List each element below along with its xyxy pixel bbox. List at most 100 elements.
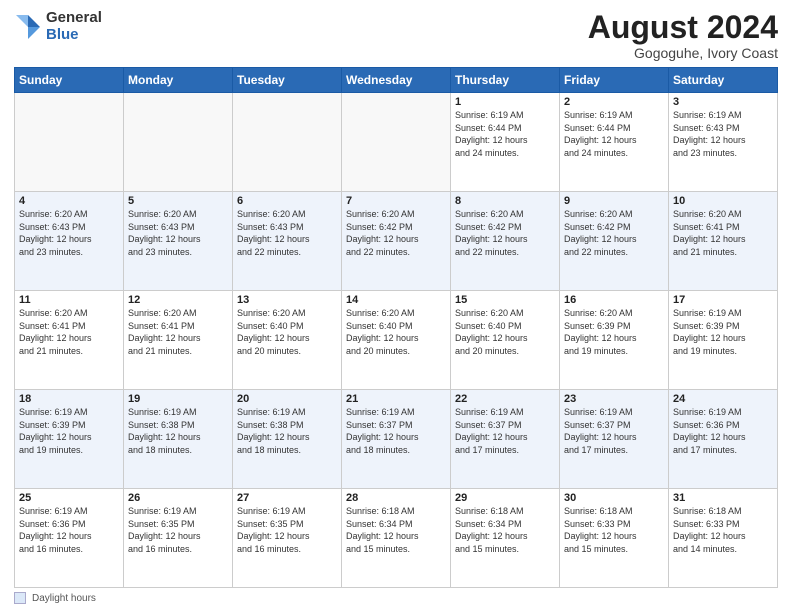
footer-box-icon xyxy=(14,592,26,604)
day-number: 28 xyxy=(346,492,446,504)
day-number: 11 xyxy=(19,294,119,306)
day-info: Sunrise: 6:19 AM Sunset: 6:37 PM Dayligh… xyxy=(564,406,664,456)
col-wednesday: Wednesday xyxy=(342,68,451,93)
table-cell: 6Sunrise: 6:20 AM Sunset: 6:43 PM Daylig… xyxy=(233,192,342,291)
day-number: 26 xyxy=(128,492,228,504)
day-number: 1 xyxy=(455,96,555,108)
table-cell: 29Sunrise: 6:18 AM Sunset: 6:34 PM Dayli… xyxy=(451,489,560,588)
day-info: Sunrise: 6:19 AM Sunset: 6:35 PM Dayligh… xyxy=(128,505,228,555)
day-number: 29 xyxy=(455,492,555,504)
table-cell xyxy=(342,93,451,192)
day-number: 3 xyxy=(673,96,773,108)
day-number: 25 xyxy=(19,492,119,504)
table-cell: 25Sunrise: 6:19 AM Sunset: 6:36 PM Dayli… xyxy=(15,489,124,588)
day-number: 10 xyxy=(673,195,773,207)
day-number: 2 xyxy=(564,96,664,108)
day-info: Sunrise: 6:19 AM Sunset: 6:35 PM Dayligh… xyxy=(237,505,337,555)
calendar-header-row: Sunday Monday Tuesday Wednesday Thursday… xyxy=(15,68,778,93)
day-info: Sunrise: 6:20 AM Sunset: 6:41 PM Dayligh… xyxy=(128,307,228,357)
table-cell: 3Sunrise: 6:19 AM Sunset: 6:43 PM Daylig… xyxy=(669,93,778,192)
day-number: 22 xyxy=(455,393,555,405)
day-info: Sunrise: 6:19 AM Sunset: 6:37 PM Dayligh… xyxy=(346,406,446,456)
day-info: Sunrise: 6:18 AM Sunset: 6:33 PM Dayligh… xyxy=(564,505,664,555)
footer: Daylight hours xyxy=(14,592,778,604)
day-info: Sunrise: 6:19 AM Sunset: 6:44 PM Dayligh… xyxy=(564,109,664,159)
day-info: Sunrise: 6:20 AM Sunset: 6:43 PM Dayligh… xyxy=(237,208,337,258)
subtitle: Gogoguhe, Ivory Coast xyxy=(588,45,778,61)
day-info: Sunrise: 6:19 AM Sunset: 6:44 PM Dayligh… xyxy=(455,109,555,159)
day-info: Sunrise: 6:19 AM Sunset: 6:39 PM Dayligh… xyxy=(673,307,773,357)
day-number: 23 xyxy=(564,393,664,405)
table-cell: 28Sunrise: 6:18 AM Sunset: 6:34 PM Dayli… xyxy=(342,489,451,588)
day-info: Sunrise: 6:20 AM Sunset: 6:39 PM Dayligh… xyxy=(564,307,664,357)
day-number: 7 xyxy=(346,195,446,207)
table-cell: 26Sunrise: 6:19 AM Sunset: 6:35 PM Dayli… xyxy=(124,489,233,588)
day-info: Sunrise: 6:19 AM Sunset: 6:39 PM Dayligh… xyxy=(19,406,119,456)
table-cell: 23Sunrise: 6:19 AM Sunset: 6:37 PM Dayli… xyxy=(560,390,669,489)
day-number: 16 xyxy=(564,294,664,306)
day-number: 9 xyxy=(564,195,664,207)
col-monday: Monday xyxy=(124,68,233,93)
day-number: 8 xyxy=(455,195,555,207)
week-row-4: 18Sunrise: 6:19 AM Sunset: 6:39 PM Dayli… xyxy=(15,390,778,489)
table-cell: 24Sunrise: 6:19 AM Sunset: 6:36 PM Dayli… xyxy=(669,390,778,489)
day-info: Sunrise: 6:18 AM Sunset: 6:34 PM Dayligh… xyxy=(455,505,555,555)
week-row-3: 11 Sunrise: 6:20 AM Sunset: 6:41 PM Dayli… xyxy=(15,291,778,390)
day-number: 19 xyxy=(128,393,228,405)
day-info: Sunrise: 6:20 AM Sunset: 6:42 PM Dayligh… xyxy=(346,208,446,258)
table-cell: 15Sunrise: 6:20 AM Sunset: 6:40 PM Dayli… xyxy=(451,291,560,390)
day-info: Sunrise: 6:20 AM Sunset: 6:40 PM Dayligh… xyxy=(346,307,446,357)
week-row-2: 4Sunrise: 6:20 AM Sunset: 6:43 PM Daylig… xyxy=(15,192,778,291)
day-info: Sunrise: 6:20 AM Sunset: 6:42 PM Dayligh… xyxy=(455,208,555,258)
day-number: 15 xyxy=(455,294,555,306)
day-number: 5 xyxy=(128,195,228,207)
table-cell: 16Sunrise: 6:20 AM Sunset: 6:39 PM Dayli… xyxy=(560,291,669,390)
day-number: 13 xyxy=(237,294,337,306)
footer-label: Daylight hours xyxy=(32,593,96,604)
day-info: Sunrise: 6:19 AM Sunset: 6:36 PM Dayligh… xyxy=(673,406,773,456)
table-cell: 9Sunrise: 6:20 AM Sunset: 6:42 PM Daylig… xyxy=(560,192,669,291)
week-row-5: 25Sunrise: 6:19 AM Sunset: 6:36 PM Dayli… xyxy=(15,489,778,588)
table-cell: 20Sunrise: 6:19 AM Sunset: 6:38 PM Dayli… xyxy=(233,390,342,489)
col-saturday: Saturday xyxy=(669,68,778,93)
calendar-table: Sunday Monday Tuesday Wednesday Thursday… xyxy=(14,67,778,588)
table-cell: 1Sunrise: 6:19 AM Sunset: 6:44 PM Daylig… xyxy=(451,93,560,192)
day-info: Sunrise: 6:18 AM Sunset: 6:34 PM Dayligh… xyxy=(346,505,446,555)
day-info: Sunrise: 6:20 AM Sunset: 6:43 PM Dayligh… xyxy=(19,208,119,258)
table-cell: 27Sunrise: 6:19 AM Sunset: 6:35 PM Dayli… xyxy=(233,489,342,588)
day-number: 6 xyxy=(237,195,337,207)
table-cell: 12Sunrise: 6:20 AM Sunset: 6:41 PM Dayli… xyxy=(124,291,233,390)
day-info: Sunrise: 6:20 AM Sunset: 6:42 PM Dayligh… xyxy=(564,208,664,258)
main-title: August 2024 xyxy=(588,10,778,45)
day-info: Sunrise: 6:20 AM Sunset: 6:41 PM Dayligh… xyxy=(673,208,773,258)
page: General Blue August 2024 Gogoguhe, Ivory… xyxy=(0,0,792,612)
day-number: 18 xyxy=(19,393,119,405)
logo-general-text: General xyxy=(46,10,102,27)
day-number: 21 xyxy=(346,393,446,405)
day-number: 30 xyxy=(564,492,664,504)
table-cell xyxy=(15,93,124,192)
table-cell: 14Sunrise: 6:20 AM Sunset: 6:40 PM Dayli… xyxy=(342,291,451,390)
table-cell: 5Sunrise: 6:20 AM Sunset: 6:43 PM Daylig… xyxy=(124,192,233,291)
logo-text: General Blue xyxy=(46,10,102,43)
table-cell: 21Sunrise: 6:19 AM Sunset: 6:37 PM Dayli… xyxy=(342,390,451,489)
table-cell: 2Sunrise: 6:19 AM Sunset: 6:44 PM Daylig… xyxy=(560,93,669,192)
table-cell xyxy=(124,93,233,192)
table-cell: 11Sunrise: 6:20 AM Sunset: 6:41 PM Dayli… xyxy=(15,291,124,390)
col-friday: Friday xyxy=(560,68,669,93)
day-info: Sunrise: 6:19 AM Sunset: 6:38 PM Dayligh… xyxy=(128,406,228,456)
day-info: Sunrise: 6:19 AM Sunset: 6:36 PM Dayligh… xyxy=(19,505,119,555)
col-sunday: Sunday xyxy=(15,68,124,93)
day-number: 20 xyxy=(237,393,337,405)
table-cell: 30Sunrise: 6:18 AM Sunset: 6:33 PM Dayli… xyxy=(560,489,669,588)
table-cell: 4Sunrise: 6:20 AM Sunset: 6:43 PM Daylig… xyxy=(15,192,124,291)
table-cell: 31Sunrise: 6:18 AM Sunset: 6:33 PM Dayli… xyxy=(669,489,778,588)
day-info: Sunrise: 6:20 AM Sunset: 6:40 PM Dayligh… xyxy=(237,307,337,357)
col-thursday: Thursday xyxy=(451,68,560,93)
logo-icon xyxy=(14,13,42,41)
table-cell: 22Sunrise: 6:19 AM Sunset: 6:37 PM Dayli… xyxy=(451,390,560,489)
day-number: 24 xyxy=(673,393,773,405)
day-number: 14 xyxy=(346,294,446,306)
day-info: Sunrise: 6:19 AM Sunset: 6:38 PM Dayligh… xyxy=(237,406,337,456)
table-cell xyxy=(233,93,342,192)
